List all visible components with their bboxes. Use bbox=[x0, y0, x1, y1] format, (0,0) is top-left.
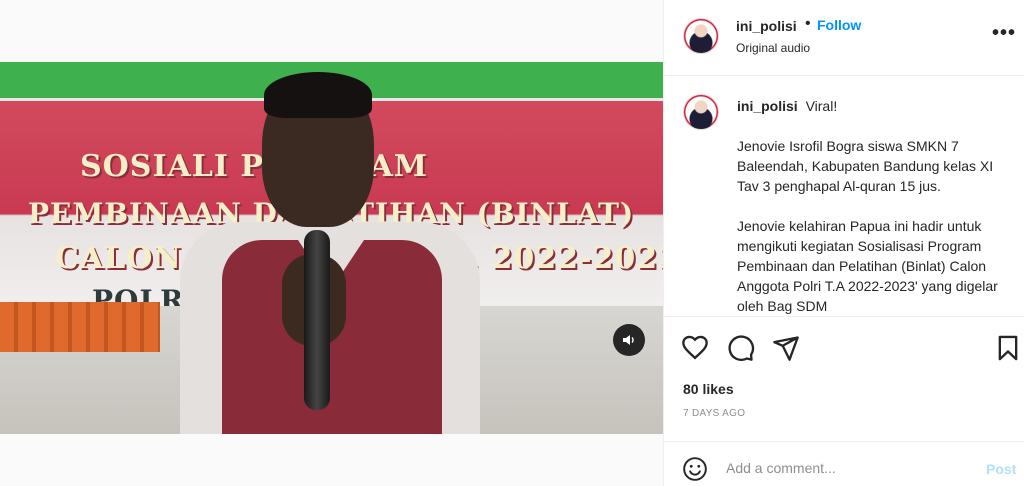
microphone bbox=[304, 230, 330, 410]
bookmark-icon[interactable] bbox=[994, 334, 1022, 362]
caption-section: ini_polisi Viral! Jenovie Isrofil Bogra … bbox=[664, 77, 1024, 317]
video-chairs bbox=[0, 302, 160, 352]
post-date[interactable]: 7 DAYS AGO bbox=[683, 408, 745, 419]
audio-link[interactable]: Original audio bbox=[736, 41, 810, 55]
comment-input[interactable] bbox=[726, 456, 966, 480]
post-button[interactable]: Post bbox=[986, 461, 1016, 477]
avatar[interactable] bbox=[683, 18, 719, 54]
post-side-panel: ini_polisi • Follow Original audio ••• i… bbox=[663, 0, 1024, 486]
speaker-icon bbox=[623, 335, 634, 345]
follow-button[interactable]: Follow bbox=[817, 17, 861, 33]
caption-text: ini_polisi Viral! Jenovie Isrofil Bogra … bbox=[737, 96, 1007, 316]
emoji-icon[interactable] bbox=[682, 456, 708, 482]
caption-first-line: Viral! bbox=[805, 98, 838, 114]
heart-icon[interactable] bbox=[681, 334, 709, 362]
media-panel: SOSIALI PROGRAM PEMBINAAN DA LATIHAN (BI… bbox=[0, 0, 663, 486]
post-header: ini_polisi • Follow Original audio ••• bbox=[664, 0, 1024, 76]
action-bar bbox=[664, 330, 1024, 366]
header-separator: • bbox=[805, 15, 811, 32]
comment-icon[interactable] bbox=[727, 334, 755, 362]
paper-plane-icon[interactable] bbox=[772, 334, 800, 362]
video-player[interactable]: SOSIALI PROGRAM PEMBINAAN DA LATIHAN (BI… bbox=[0, 62, 663, 434]
caption-paragraph-2: Jenovie kelahiran Papua ini hadir untuk … bbox=[737, 218, 998, 314]
header-username[interactable]: ini_polisi bbox=[736, 18, 797, 34]
more-options-icon[interactable]: ••• bbox=[992, 22, 1016, 45]
comment-bar: Post bbox=[664, 441, 1024, 486]
caption-username[interactable]: ini_polisi bbox=[737, 98, 798, 114]
caption-paragraph-1: Jenovie Isrofil Bogra siswa SMKN 7 Balee… bbox=[737, 138, 994, 194]
person-hair bbox=[264, 72, 372, 118]
audio-toggle-button[interactable] bbox=[613, 324, 645, 356]
likes-count[interactable]: 80 likes bbox=[683, 381, 734, 397]
caption-avatar[interactable] bbox=[683, 94, 719, 130]
